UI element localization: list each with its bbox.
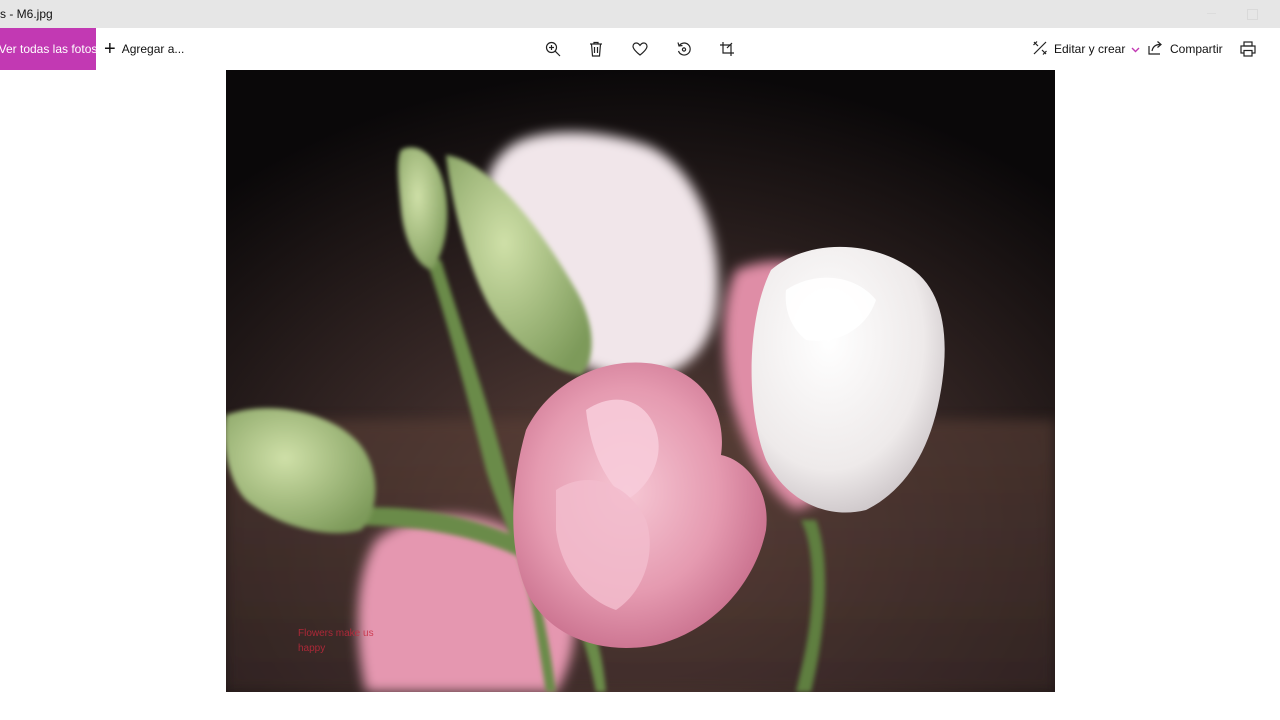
print-icon[interactable]	[1238, 39, 1258, 59]
toolbar: Ver todas las fotos + Agregar a... Edita…	[0, 28, 1280, 70]
watermark-line-2: happy	[298, 643, 326, 654]
watermark-line-1: Flowers make us	[298, 628, 374, 639]
title-bar: s - M6.jpg	[0, 0, 1280, 28]
photo-watermark: Flowers make us happy	[298, 626, 374, 656]
share-button[interactable]: Compartir	[1148, 28, 1223, 70]
view-all-photos-button[interactable]: Ver todas las fotos	[0, 28, 97, 70]
add-to-label: Agregar a...	[121, 42, 185, 56]
delete-icon[interactable]	[586, 39, 606, 59]
favorite-icon[interactable]	[630, 39, 650, 59]
share-label: Compartir	[1170, 42, 1223, 56]
zoom-icon[interactable]	[543, 39, 563, 59]
window-title: s - M6.jpg	[0, 7, 53, 21]
rotate-icon[interactable]	[674, 39, 694, 59]
edit-create-button[interactable]: Editar y crear	[1032, 28, 1146, 70]
add-to-button[interactable]: + Agregar a...	[104, 28, 184, 70]
plus-icon: +	[104, 38, 116, 60]
edit-create-icon	[1032, 40, 1054, 59]
maximize-button[interactable]	[1247, 9, 1258, 20]
flower-photo	[226, 70, 1055, 692]
crop-icon[interactable]	[717, 39, 737, 59]
minimize-button[interactable]	[1207, 13, 1216, 14]
chevron-down-icon	[1131, 42, 1146, 56]
edit-create-label: Editar y crear	[1054, 42, 1126, 56]
share-icon	[1148, 40, 1170, 58]
photo-viewer-image[interactable]: Flowers make us happy	[226, 70, 1055, 692]
